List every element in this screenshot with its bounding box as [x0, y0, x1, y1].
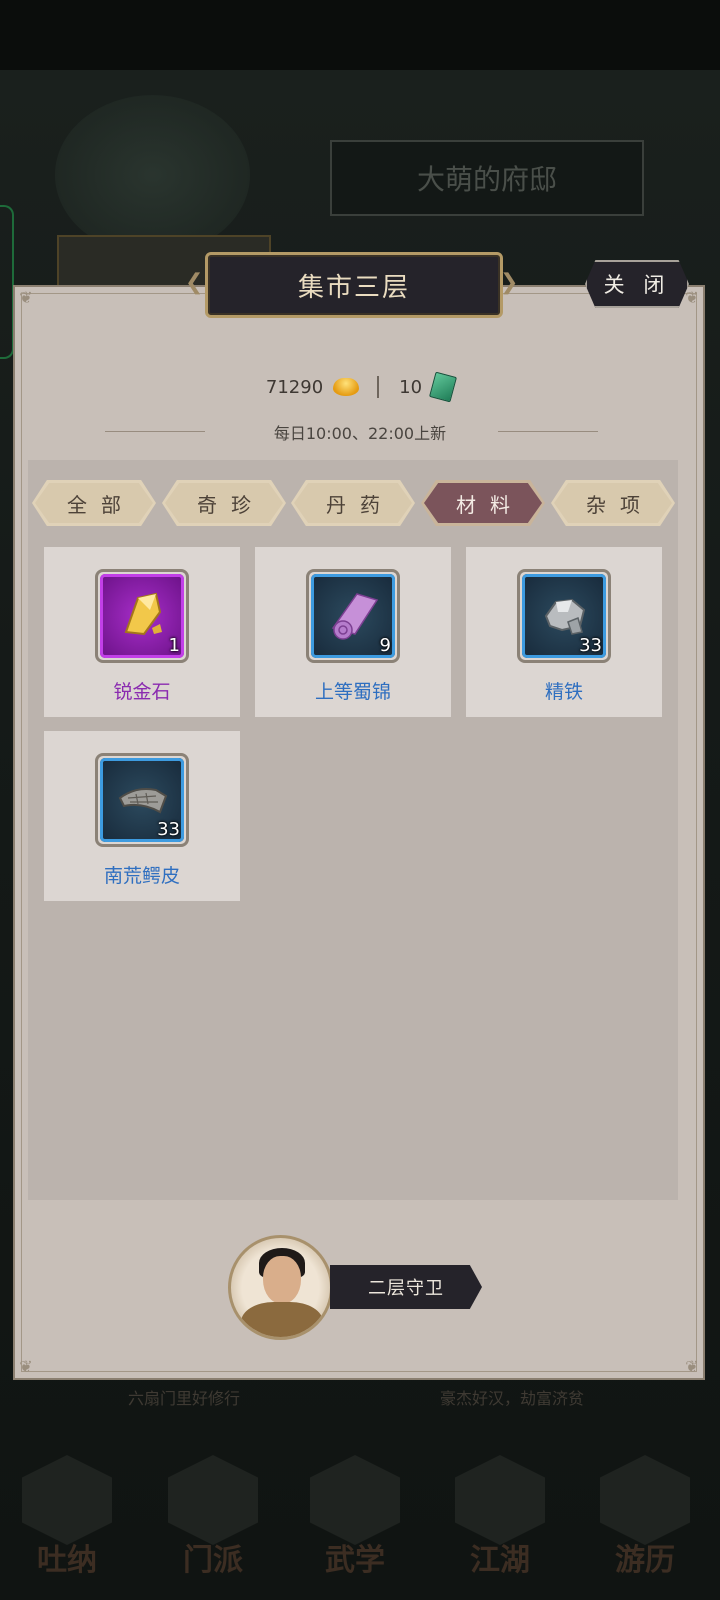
background-nav-bar: 吐纳 门派 武学 江湖 游历	[0, 1455, 720, 1600]
tab-treasures[interactable]: 奇珍	[162, 480, 286, 526]
item-card-ruijinshi[interactable]: 1 锐金石	[44, 547, 240, 717]
item-icon-slot: 9	[306, 569, 400, 663]
tab-misc[interactable]: 杂项	[551, 480, 675, 526]
guard-avatar[interactable]	[228, 1235, 333, 1340]
gold-ingot-icon	[333, 378, 360, 396]
nav-item-wuxue: 武学	[300, 1455, 410, 1595]
corner-ornament-icon: ❦	[685, 1357, 699, 1376]
nav-item-tuna: 吐纳	[12, 1455, 122, 1595]
item-quantity: 1	[168, 635, 180, 656]
jade-token-icon	[429, 371, 458, 403]
item-name: 上等蜀锦	[314, 681, 391, 703]
item-quantity: 33	[579, 635, 602, 656]
nav-item-youli: 游历	[590, 1455, 700, 1595]
plaque-wing-left-icon: ❮	[185, 270, 204, 295]
close-button[interactable]: 关 闭	[585, 260, 689, 308]
item-card-nanhuang-epi[interactable]: 33 南荒鳄皮	[44, 731, 240, 901]
background-title: 大萌的府邸	[330, 140, 644, 216]
background-footer-right: 豪杰好汉，劫富济贫	[440, 1389, 585, 1408]
background-side-tab	[0, 205, 14, 359]
currency-divider	[377, 376, 380, 398]
corner-ornament-icon: ❦	[19, 1357, 33, 1376]
item-card-jingtie[interactable]: 33 精铁	[466, 547, 662, 717]
item-name: 锐金石	[113, 681, 171, 703]
currency-bar: 71290 10	[0, 371, 720, 403]
nav-item-jianghu: 江湖	[445, 1455, 555, 1595]
tab-materials[interactable]: 材料	[421, 480, 545, 526]
tab-all[interactable]: 全部	[32, 480, 156, 526]
refresh-deco-line-right	[498, 431, 598, 432]
silk-roll-icon	[331, 593, 379, 640]
gold-stone-icon	[124, 592, 162, 636]
guard-label: 二层守卫	[368, 1278, 444, 1299]
gold-amount: 71290	[265, 376, 324, 398]
guard-label-button[interactable]: 二层守卫	[330, 1265, 482, 1309]
corner-ornament-icon: ❦	[19, 288, 33, 307]
iron-ore-icon	[544, 598, 586, 635]
background-portrait	[55, 95, 250, 255]
item-icon-slot: 1	[95, 569, 189, 663]
jade-amount: 10	[399, 376, 423, 398]
item-card-shujin[interactable]: 9 上等蜀锦	[255, 547, 451, 717]
item-quantity: 9	[379, 635, 391, 656]
item-icon-slot: 33	[95, 753, 189, 847]
croc-hide-icon	[118, 788, 168, 814]
panel-title: 集市三层	[297, 272, 410, 303]
item-icon-slot: 33	[517, 569, 611, 663]
background-footer-left: 六扇门里好修行	[128, 1389, 241, 1408]
close-button-label: 关 闭	[603, 273, 671, 297]
corner-ornament-icon: ❦	[685, 288, 699, 307]
tab-pills[interactable]: 丹药	[291, 480, 415, 526]
item-quantity: 33	[157, 819, 180, 840]
item-name: 精铁	[544, 681, 583, 703]
item-name: 南荒鳄皮	[103, 865, 180, 887]
category-tabs: 全部 奇珍 丹药 材料 杂项	[32, 480, 677, 528]
panel-title-plaque: 集市三层	[205, 252, 503, 318]
refresh-schedule-text: 每日10:00、22:00上新	[273, 424, 447, 443]
plaque-wing-right-icon: ❯	[500, 270, 519, 295]
nav-item-menpai: 门派	[158, 1455, 268, 1595]
